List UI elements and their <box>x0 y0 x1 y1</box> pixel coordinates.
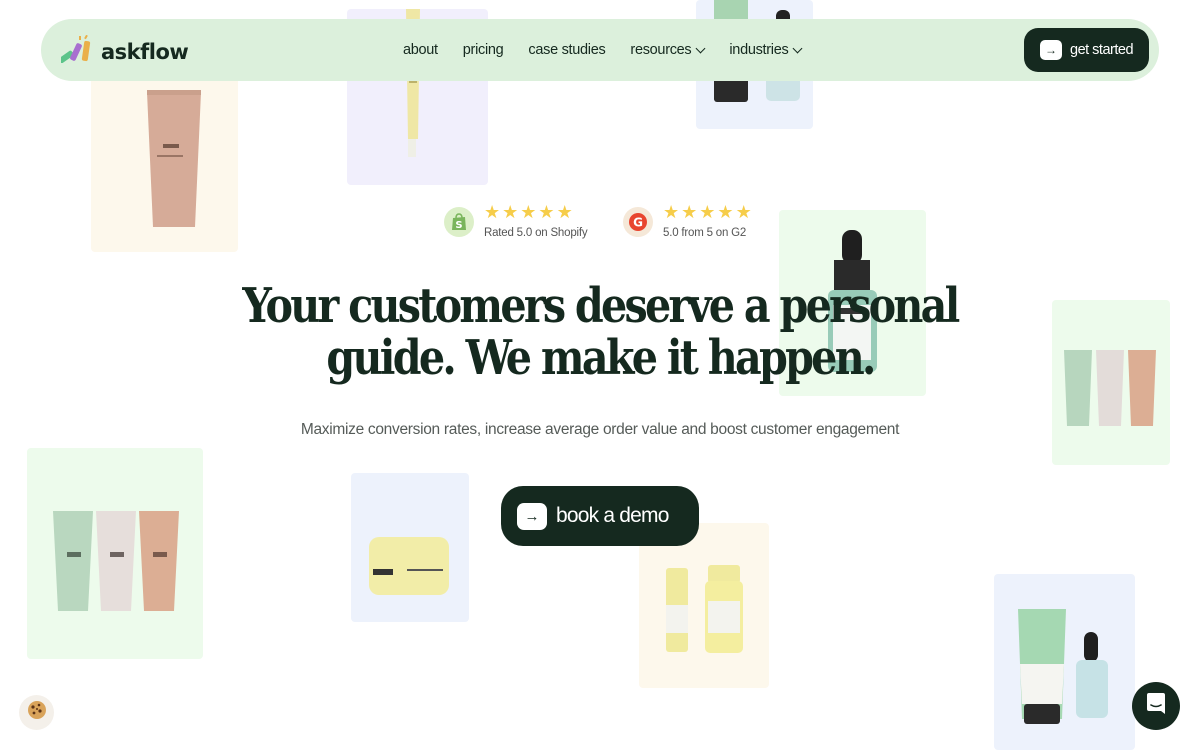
star-icon: ★ <box>699 202 716 222</box>
rating-text: Rated 5.0 on Shopify <box>484 227 588 239</box>
svg-text:G: G <box>633 216 643 230</box>
nav-link-label: pricing <box>462 42 504 58</box>
product-image-yellow-jar <box>351 473 469 622</box>
brand-name: askflow <box>101 39 189 64</box>
star-icon: ★ <box>735 202 752 222</box>
star-icon: ★ <box>502 202 519 222</box>
chat-icon <box>1145 692 1167 721</box>
top-nav: askflow about pricing case studies resou… <box>41 19 1159 81</box>
shopify-icon: S <box>444 207 474 237</box>
star-rating: ★ ★ ★ ★ ★ <box>484 203 587 221</box>
bars-logo-icon <box>58 34 93 68</box>
brand-logo[interactable]: askflow <box>58 34 189 68</box>
chevron-down-icon <box>695 43 706 53</box>
product-image-three-tubes-large <box>27 448 203 659</box>
g2-icon: G <box>623 207 653 237</box>
get-started-button[interactable]: → get started <box>1024 28 1149 72</box>
nav-link-label: about <box>403 42 438 58</box>
arrow-right-icon: → <box>1040 40 1062 60</box>
chat-launcher-button[interactable] <box>1132 682 1180 730</box>
nav-link-label: case studies <box>528 42 606 58</box>
star-icon: ★ <box>717 202 734 222</box>
nav-link-case-studies[interactable]: case studies <box>528 42 605 58</box>
nav-link-about[interactable]: about <box>403 42 438 58</box>
hero-headline: Your customers deserve a personal guide.… <box>84 280 1116 384</box>
headline-line-1: Your customers deserve a personal <box>242 278 960 334</box>
cookie-settings-button[interactable] <box>19 695 54 730</box>
arrow-right-icon: → <box>517 502 547 530</box>
star-icon: ★ <box>538 202 555 222</box>
nav-link-label: resources <box>630 42 692 58</box>
book-demo-button[interactable]: → book a demo <box>501 486 699 546</box>
star-rating: ★ ★ ★ ★ ★ <box>663 203 752 221</box>
cookie-icon <box>27 700 47 725</box>
rating-shopify: S ★ ★ ★ ★ ★ Rated 5.0 on Shopify <box>444 203 588 239</box>
product-image-pink-tube <box>91 60 238 252</box>
star-icon: ★ <box>663 202 680 222</box>
hero-subheadline: Maximize conversion rates, increase aver… <box>300 421 900 438</box>
nav-link-label: industries <box>729 42 789 58</box>
chevron-down-icon <box>793 43 803 53</box>
rating-g2: G ★ ★ ★ ★ ★ 5.0 from 5 on G2 <box>623 203 752 239</box>
product-image-tube-serum-set <box>994 574 1135 750</box>
book-demo-label: book a demo <box>556 504 669 527</box>
product-image-yellow-bottles <box>639 523 769 688</box>
nav-link-industries[interactable]: industries <box>729 42 803 58</box>
nav-link-resources[interactable]: resources <box>630 42 706 58</box>
svg-text:S: S <box>455 220 462 231</box>
star-icon: ★ <box>484 202 501 222</box>
rating-text: 5.0 from 5 on G2 <box>663 227 747 239</box>
nav-links: about pricing case studies resources ind… <box>403 19 826 81</box>
get-started-label: get started <box>1070 42 1134 58</box>
star-icon: ★ <box>556 202 573 222</box>
headline-line-2: guide. We make it happen. <box>326 330 876 386</box>
star-icon: ★ <box>681 202 698 222</box>
star-icon: ★ <box>520 202 537 222</box>
nav-link-pricing[interactable]: pricing <box>463 42 504 58</box>
